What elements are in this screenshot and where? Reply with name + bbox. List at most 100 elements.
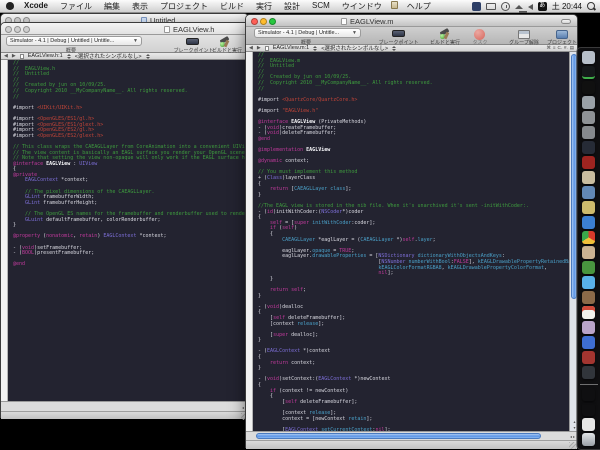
menu-item[interactable]: SCM [306, 1, 336, 12]
symbol-popup[interactable]: <選択されたシンボルなし> [75, 53, 142, 60]
dock-icon-trash[interactable] [582, 433, 595, 446]
popup-arrows-icon [313, 46, 317, 51]
build-and-run-button[interactable] [219, 36, 232, 47]
document-icon [164, 26, 170, 33]
menu-item[interactable]: 編集 [98, 1, 126, 12]
back-button[interactable]: ◀ [249, 45, 253, 51]
close-button[interactable] [5, 26, 12, 33]
code-editor[interactable]: //// EAGLView.m// Untitled//// Created b… [246, 52, 577, 431]
title-bar[interactable]: EAGLView.m [246, 15, 577, 27]
editor-window-eaglview-m[interactable]: EAGLView.m ▼Simulator - 4.1 | Debug | Un… [245, 14, 578, 448]
funnel-icon: ≡ [553, 45, 556, 51]
dock-icon-textedit[interactable] [582, 186, 595, 199]
resize-grip[interactable] [569, 442, 576, 449]
forward-button[interactable]: ▶ [12, 53, 16, 59]
dock-icon-folder-downloads[interactable] [582, 403, 595, 416]
toolbar-toggle-button[interactable] [561, 19, 571, 24]
dock-icon-preview[interactable] [582, 171, 595, 184]
minimize-button[interactable] [14, 26, 21, 33]
project-button[interactable] [556, 30, 568, 39]
dock-icon-adobe-app[interactable] [582, 156, 595, 169]
script-menu-icon[interactable] [388, 1, 401, 11]
left-editor-code: //// EAGLView.h// Untitled//// Created b… [9, 61, 249, 401]
dock-icon-automator[interactable] [582, 201, 595, 214]
file-popup[interactable]: EAGLView.m:1 [273, 45, 309, 51]
menu-item[interactable]: ファイル [54, 1, 98, 12]
input-method-icon[interactable]: あ [538, 2, 547, 11]
window-title: EAGLView.m [341, 17, 394, 26]
dock-icon-chrome[interactable] [582, 231, 595, 244]
dock-icon-activity-monitor[interactable] [582, 66, 595, 79]
dock-icon-safari[interactable] [582, 216, 595, 229]
forward-button[interactable]: ▶ [257, 45, 261, 51]
editor-mini-buttons[interactable]: ⌘≡C.#.▤ [546, 45, 574, 51]
file-icon [265, 46, 269, 51]
dock-icon-ical[interactable] [582, 306, 595, 319]
menu-item[interactable]: ウインドウ [336, 1, 388, 12]
dock-icon-font-book[interactable] [582, 126, 595, 139]
editor-window-eaglview-h[interactable]: EAGLView.h ▼Simulator - 4.1 | Debug | Un… [0, 22, 250, 418]
file-popup[interactable]: EAGLView.h:1 [28, 53, 63, 59]
menu-item[interactable]: 実行 [250, 1, 278, 12]
dock-icon-folder-documents[interactable] [582, 388, 595, 401]
menu-bar-items: Xcodeファイル編集表示プロジェクトビルド実行設計SCMウインドウ [18, 1, 388, 12]
horizontal-scrollbar[interactable]: ◂▸ [1, 401, 249, 411]
breakpoints-button[interactable] [392, 30, 405, 37]
menu-item[interactable]: Xcode [18, 1, 54, 12]
dock-icon-system-preferences[interactable] [582, 51, 595, 64]
dock-icon-terminal[interactable] [582, 81, 595, 94]
dock-icon-address-book[interactable] [582, 291, 595, 304]
ungroup-button[interactable] [518, 30, 530, 39]
dock-separator [580, 384, 598, 385]
file-icon [20, 54, 24, 59]
breakpoints-button[interactable] [186, 38, 199, 45]
menu-item[interactable]: 表示 [126, 1, 154, 12]
menu-item[interactable]: プロジェクト [154, 1, 214, 12]
code-editor[interactable]: //// EAGLView.h// Untitled//// Created b… [1, 60, 249, 401]
close-button[interactable] [251, 18, 258, 25]
horizontal-scroll-thumb[interactable] [256, 433, 541, 439]
menu-bar: Xcodeファイル編集表示プロジェクトビルド実行設計SCMウインドウ ヘルプ あ… [0, 0, 600, 13]
menu-item-help[interactable]: ヘルプ [401, 1, 437, 12]
menu-clock[interactable]: 土 20:44 [552, 1, 582, 12]
dock-icon-xcode[interactable] [582, 261, 595, 274]
volume-icon[interactable] [528, 4, 533, 10]
overview-dropdown[interactable]: ▼Simulator - 4.1 | Debug | Untitled | Un… [6, 36, 142, 46]
build-and-run-button[interactable] [439, 28, 452, 39]
eject-icon[interactable] [515, 5, 523, 9]
menu-item[interactable]: 設計 [278, 1, 306, 12]
title-bar[interactable]: EAGLView.h [1, 23, 249, 35]
dock-icon-dashboard[interactable] [582, 141, 595, 154]
back-button[interactable]: ◀ [4, 53, 8, 59]
zoom-button[interactable] [269, 18, 276, 25]
status-bar [1, 411, 249, 419]
clock-icon[interactable] [501, 2, 510, 11]
symbol-popup[interactable]: <選択されたシンボルなし> [321, 45, 388, 52]
dock-icon-ichat[interactable] [582, 276, 595, 289]
overview-dropdown[interactable]: ▼Simulator - 4.1 | Debug | Untitle... [254, 28, 361, 38]
dock-icon-itunes[interactable] [582, 336, 595, 349]
dock-icon-archive-utility[interactable] [582, 111, 595, 124]
display-icon[interactable] [486, 3, 496, 10]
apple-menu-icon[interactable] [6, 2, 14, 10]
dock-icon-mail[interactable] [582, 96, 595, 109]
dock-icon-app-store[interactable] [582, 246, 595, 259]
zoom-button[interactable] [23, 26, 30, 33]
code-line: @end [13, 262, 249, 268]
spotlight-icon[interactable] [587, 2, 596, 11]
horizontal-scrollbar[interactable]: ◂▸ [246, 431, 577, 440]
status-bar [246, 440, 577, 449]
dock-icon-dictionary[interactable] [582, 351, 595, 364]
editor-gutter [246, 52, 253, 431]
editor-navbar: ◀ ▶ EAGLView.m:1 <選択されたシンボルなし> ⌘≡C.#.▤ [246, 45, 577, 52]
minimize-button[interactable] [260, 18, 267, 25]
dock-icon-iphoto[interactable] [582, 321, 595, 334]
app-grid-icon[interactable] [472, 2, 481, 11]
dock-items [580, 51, 598, 448]
document-icon [341, 18, 347, 25]
dock-icon-wikipedia[interactable] [582, 366, 595, 379]
menu-item[interactable]: ビルド [214, 1, 250, 12]
counterpart-icon: C. [557, 45, 562, 51]
dock-icon-stacks-document[interactable] [582, 418, 595, 431]
popup-arrows-icon [67, 54, 71, 59]
